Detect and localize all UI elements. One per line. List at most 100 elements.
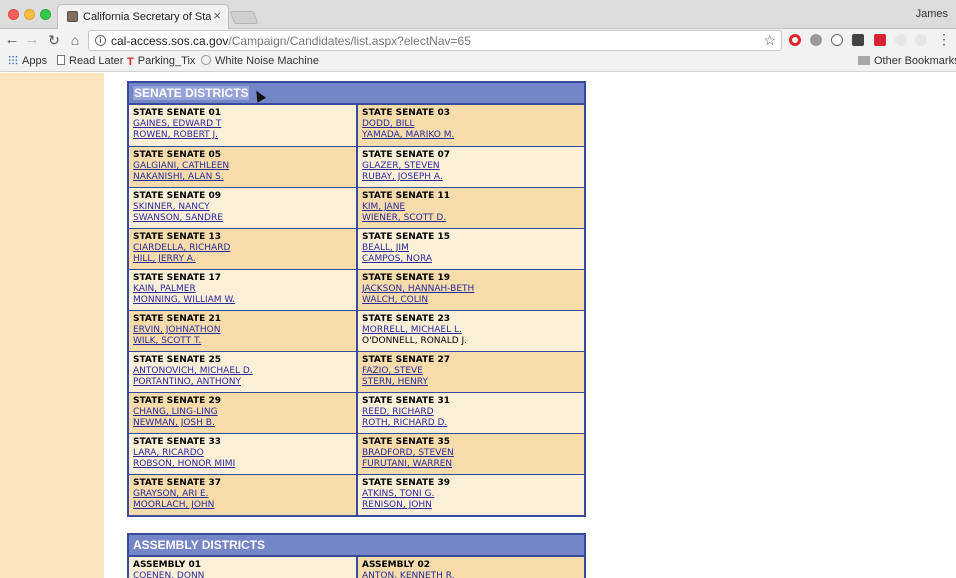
maximize-window-icon[interactable] (40, 9, 51, 20)
candidate-link[interactable]: FAZIO, STEVE (362, 366, 580, 377)
extension-icon[interactable] (874, 34, 886, 46)
candidate-link[interactable]: NEWMAN, JOSH B. (133, 418, 352, 429)
candidate-link[interactable]: DODD, BILL (362, 119, 580, 130)
extension-icon[interactable] (895, 34, 907, 46)
extension-icon[interactable] (831, 34, 843, 46)
reload-icon[interactable]: ↻ (46, 31, 62, 49)
candidate-link[interactable]: BEALL, JIM (362, 243, 580, 254)
candidate-link[interactable]: JACKSON, HANNAH-BETH (362, 284, 580, 295)
district-row: STATE SENATE 17 KAIN, PALMER MONNING, WILL… (129, 269, 584, 310)
district-name: STATE SENATE 13 (133, 232, 221, 242)
url-text[interactable]: cal-access.sos.ca.gov/Campaign/Candidate… (111, 34, 471, 48)
district-row: STATE SENATE 37 GRAYSON, ARI E. MOORLACH, … (129, 474, 584, 515)
extension-icon[interactable] (915, 34, 927, 46)
address-bar[interactable]: i cal-access.sos.ca.gov/Campaign/Candida… (88, 30, 782, 51)
table-header: SENATE DISTRICTS (129, 83, 584, 105)
candidate-link[interactable]: SWANSON, SANDRE (133, 213, 352, 224)
browser-toolbar: ← → ↻ ⌂ i cal-access.sos.ca.gov/Campaign… (0, 29, 956, 52)
candidate-link[interactable]: FURUTANI, WARREN (362, 459, 580, 470)
candidate-link[interactable]: REED, RICHARD (362, 407, 580, 418)
menu-kebab-icon[interactable]: ⋮ (937, 31, 951, 48)
candidate-link[interactable]: ROTH, RICHARD D. (362, 418, 580, 429)
candidate-link[interactable]: MONNING, WILLIAM W. (133, 295, 352, 306)
site-info-icon[interactable]: i (95, 35, 106, 46)
candidate-link[interactable]: SKINNER, NANCY (133, 202, 352, 213)
candidate-link[interactable]: HILL, JERRY A. (133, 254, 352, 265)
page-icon (57, 55, 65, 65)
bookmark-label: Apps (22, 55, 48, 67)
district-name: STATE SENATE 37 (133, 478, 221, 488)
district-name: STATE SENATE 19 (362, 273, 450, 283)
district-name: STATE SENATE 23 (362, 314, 450, 324)
district-cell: STATE SENATE 15 BEALL, JIM CAMPOS, NORA (356, 229, 584, 269)
candidate-link[interactable]: ERVIN, JOHNATHON (133, 325, 352, 336)
district-cell: STATE SENATE 37 GRAYSON, ARI E. MOORLACH, … (129, 475, 356, 515)
site-favicon-icon (67, 11, 78, 22)
candidate-link[interactable]: NAKANISHI, ALAN S. (133, 172, 352, 183)
district-cell: STATE SENATE 09 SKINNER, NANCY SWANSON, SA… (129, 188, 356, 228)
candidate-link[interactable]: GRAYSON, ARI E. (133, 489, 352, 500)
candidate-link[interactable]: CIARDELLA, RICHARD (133, 243, 352, 254)
table-header: ASSEMBLY DISTRICTS (129, 535, 584, 557)
opera-extension-icon[interactable] (789, 34, 801, 46)
district-cell: STATE SENATE 13 CIARDELLA, RICHARD HILL, J… (129, 229, 356, 269)
parking-tix-icon: T (127, 56, 134, 68)
browser-tab[interactable]: California Secretary of State - × (57, 4, 229, 29)
candidate-link[interactable]: RENISON, JOHN (362, 500, 580, 511)
district-name: ASSEMBLY 02 (362, 560, 430, 570)
tab-close-icon[interactable]: × (213, 9, 221, 23)
candidate-link[interactable]: ATKINS, TONI G. (362, 489, 580, 500)
candidate-link[interactable]: BRADFORD, STEVEN (362, 448, 580, 459)
district-cell: STATE SENATE 27 FAZIO, STEVE STERN, HENRY (356, 352, 584, 392)
candidate-link[interactable]: YAMADA, MARIKO M. (362, 130, 580, 141)
candidate-link[interactable]: CAMPOS, NORA (362, 254, 580, 265)
extension-icon[interactable] (852, 34, 864, 46)
district-row: STATE SENATE 29 CHANG, LING-LING NEWMAN, J… (129, 392, 584, 433)
candidate-link[interactable]: WALCH, COLIN (362, 295, 580, 306)
candidate-link[interactable]: COENEN, DONN (133, 571, 352, 578)
district-name: STATE SENATE 09 (133, 191, 221, 201)
profile-name[interactable]: James (916, 8, 948, 20)
back-arrow-icon[interactable]: ← (4, 31, 20, 49)
candidate-link[interactable]: MORRELL, MICHAEL L. (362, 325, 580, 336)
bookmarks-bar: Apps Read Later T Parking_Tix White Noise… (0, 52, 956, 72)
bookmark-star-icon[interactable]: ☆ (763, 32, 776, 49)
senate-header-title: SENATE DISTRICTS (133, 86, 250, 100)
candidate-link[interactable]: PORTANTINO, ANTHONY (133, 377, 352, 388)
home-icon[interactable]: ⌂ (67, 31, 83, 49)
forward-arrow-icon[interactable]: → (24, 31, 40, 49)
candidate-link[interactable]: WILK, SCOTT T. (133, 336, 352, 347)
bookmark-apps[interactable]: Apps (8, 55, 47, 67)
bookmark-white-noise[interactable]: White Noise Machine (201, 55, 319, 67)
district-name: STATE SENATE 25 (133, 355, 221, 365)
district-cell: STATE SENATE 01 GAINES, EDWARD T ROWEN, RO… (129, 105, 356, 146)
candidate-link[interactable]: STERN, HENRY (362, 377, 580, 388)
candidate-link[interactable]: ROBSON, HONOR MIMI (133, 459, 352, 470)
candidate-link[interactable]: GALGIANI, CATHLEEN (133, 161, 352, 172)
candidate-link[interactable]: ANTON, KENNETH R. (362, 571, 580, 578)
candidate-link[interactable]: ANTONOVICH, MICHAEL D. (133, 366, 352, 377)
candidate-link[interactable]: RUBAY, JOSEPH A. (362, 172, 580, 183)
candidate-link[interactable]: KIM, JANE (362, 202, 580, 213)
close-window-icon[interactable] (8, 9, 19, 20)
bookmark-label: White Noise Machine (215, 55, 319, 67)
candidate-name: O'DONNELL, RONALD J. (362, 336, 468, 346)
extension-icon[interactable] (810, 34, 822, 46)
bookmark-other[interactable]: Other Bookmarks (858, 55, 956, 67)
district-cell: STATE SENATE 11 KIM, JANE WIENER, SCOTT D. (356, 188, 584, 228)
district-name: STATE SENATE 35 (362, 437, 450, 447)
candidate-link[interactable]: ROWEN, ROBERT J. (133, 130, 352, 141)
bookmark-read-later[interactable]: Read Later (57, 55, 123, 67)
candidate-link[interactable]: CHANG, LING-LING (133, 407, 352, 418)
district-cell: STATE SENATE 05 GALGIANI, CATHLEEN NAKANIS… (129, 147, 356, 187)
candidate-link[interactable]: GAINES, EDWARD T (133, 119, 352, 130)
candidate-link[interactable]: MOORLACH, JOHN (133, 500, 352, 511)
candidate-link[interactable]: LARA, RICARDO (133, 448, 352, 459)
new-tab-button[interactable] (229, 11, 259, 24)
candidate-link[interactable]: WIENER, SCOTT D. (362, 213, 580, 224)
district-row: STATE SENATE 33 LARA, RICARDO ROBSON, HONO… (129, 433, 584, 474)
minimize-window-icon[interactable] (24, 9, 35, 20)
bookmark-parking-tix[interactable]: T Parking_Tix (127, 55, 195, 68)
candidate-link[interactable]: GLAZER, STEVEN (362, 161, 580, 172)
candidate-link[interactable]: KAIN, PALMER (133, 284, 352, 295)
